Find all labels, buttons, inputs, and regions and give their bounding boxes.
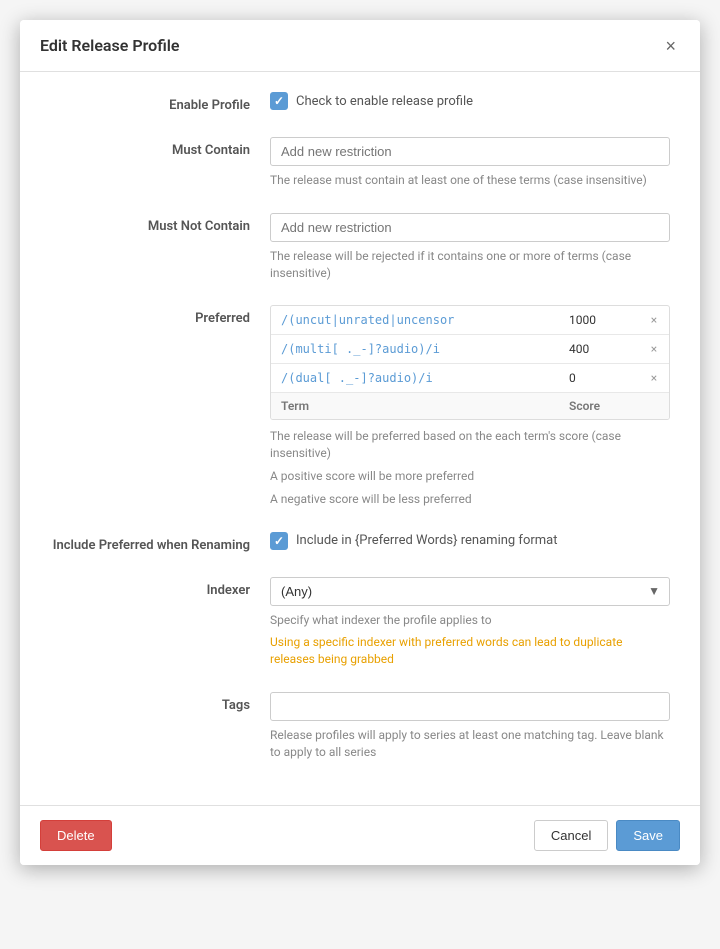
- include-preferred-content: ✓ Include in {Preferred Words} renaming …: [270, 532, 670, 550]
- include-preferred-hint: Include in {Preferred Words} renaming fo…: [296, 533, 558, 548]
- must-contain-row: Must Contain The release must contain at…: [50, 137, 670, 189]
- indexer-select[interactable]: (Any): [270, 577, 670, 606]
- col-header-score: Score: [559, 393, 639, 419]
- include-preferred-label: Include Preferred when Renaming: [50, 532, 270, 553]
- tags-input[interactable]: [270, 692, 670, 721]
- preferred-score-3: 0: [559, 364, 639, 392]
- include-preferred-checkbox[interactable]: ✓: [270, 532, 288, 550]
- enable-profile-hint: Check to enable release profile: [296, 94, 473, 109]
- preferred-term-3: /(dual[ ._-]?audio)/i: [271, 364, 559, 392]
- must-not-contain-input[interactable]: [270, 213, 670, 242]
- modal-title: Edit Release Profile: [40, 36, 180, 55]
- preferred-hint1: The release will be preferred based on t…: [270, 428, 670, 462]
- indexer-hint2-warning: Using a specific indexer with preferred …: [270, 634, 670, 668]
- preferred-label: Preferred: [50, 305, 270, 326]
- indexer-hint1: Specify what indexer the profile applies…: [270, 612, 670, 629]
- footer-right-buttons: Cancel Save: [534, 820, 680, 851]
- indexer-select-wrapper: (Any) ▼: [270, 577, 670, 606]
- tags-hint: Release profiles will apply to series at…: [270, 727, 670, 761]
- preferred-score-1: 1000: [559, 306, 639, 334]
- preferred-item-3: /(dual[ ._-]?audio)/i 0 ×: [271, 364, 669, 393]
- must-not-contain-label: Must Not Contain: [50, 213, 270, 234]
- checkmark-icon: ✓: [274, 95, 284, 107]
- tags-content: Release profiles will apply to series at…: [270, 692, 670, 761]
- preferred-remove-3[interactable]: ×: [639, 364, 669, 392]
- enable-profile-row: Enable Profile ✓ Check to enable release…: [50, 92, 670, 113]
- preferred-row: Preferred /(uncut|unrated|uncensor 1000 …: [50, 305, 670, 507]
- must-contain-input[interactable]: [270, 137, 670, 166]
- must-not-contain-hint: The release will be rejected if it conta…: [270, 248, 670, 282]
- must-not-contain-row: Must Not Contain The release will be rej…: [50, 213, 670, 282]
- preferred-hint3: A negative score will be less preferred: [270, 491, 670, 508]
- modal-body: Enable Profile ✓ Check to enable release…: [20, 72, 700, 805]
- edit-release-profile-modal: Edit Release Profile × Enable Profile ✓ …: [20, 20, 700, 865]
- indexer-row: Indexer (Any) ▼ Specify what indexer the…: [50, 577, 670, 668]
- preferred-term-1: /(uncut|unrated|uncensor: [271, 306, 559, 334]
- tags-row: Tags Release profiles will apply to seri…: [50, 692, 670, 761]
- include-preferred-checkmark-icon: ✓: [274, 535, 284, 547]
- preferred-term-2: /(multi[ ._-]?audio)/i: [271, 335, 559, 363]
- preferred-header-row: Term Score: [271, 393, 669, 419]
- preferred-remove-2[interactable]: ×: [639, 335, 669, 363]
- preferred-table: /(uncut|unrated|uncensor 1000 × /(multi[…: [270, 305, 670, 420]
- tags-label: Tags: [50, 692, 270, 713]
- preferred-score-2: 400: [559, 335, 639, 363]
- preferred-item-1: /(uncut|unrated|uncensor 1000 ×: [271, 306, 669, 335]
- must-contain-content: The release must contain at least one of…: [270, 137, 670, 189]
- preferred-hint2: A positive score will be more preferred: [270, 468, 670, 485]
- enable-profile-checkbox[interactable]: ✓: [270, 92, 288, 110]
- enable-profile-label: Enable Profile: [50, 92, 270, 113]
- cancel-button[interactable]: Cancel: [534, 820, 608, 851]
- include-preferred-row: Include Preferred when Renaming ✓ Includ…: [50, 532, 670, 553]
- modal-footer: Delete Cancel Save: [20, 805, 700, 865]
- delete-button[interactable]: Delete: [40, 820, 112, 851]
- include-preferred-checkbox-row: ✓ Include in {Preferred Words} renaming …: [270, 532, 670, 550]
- must-contain-label: Must Contain: [50, 137, 270, 158]
- indexer-label: Indexer: [50, 577, 270, 598]
- must-not-contain-content: The release will be rejected if it conta…: [270, 213, 670, 282]
- indexer-content: (Any) ▼ Specify what indexer the profile…: [270, 577, 670, 668]
- col-header-term: Term: [271, 393, 559, 419]
- save-button[interactable]: Save: [616, 820, 680, 851]
- must-contain-hint: The release must contain at least one of…: [270, 172, 670, 189]
- preferred-remove-1[interactable]: ×: [639, 306, 669, 334]
- preferred-content: /(uncut|unrated|uncensor 1000 × /(multi[…: [270, 305, 670, 507]
- modal-header: Edit Release Profile ×: [20, 20, 700, 72]
- preferred-item-2: /(multi[ ._-]?audio)/i 400 ×: [271, 335, 669, 364]
- close-button[interactable]: ×: [661, 37, 680, 55]
- enable-profile-checkbox-row: ✓ Check to enable release profile: [270, 92, 670, 110]
- enable-profile-content: ✓ Check to enable release profile: [270, 92, 670, 110]
